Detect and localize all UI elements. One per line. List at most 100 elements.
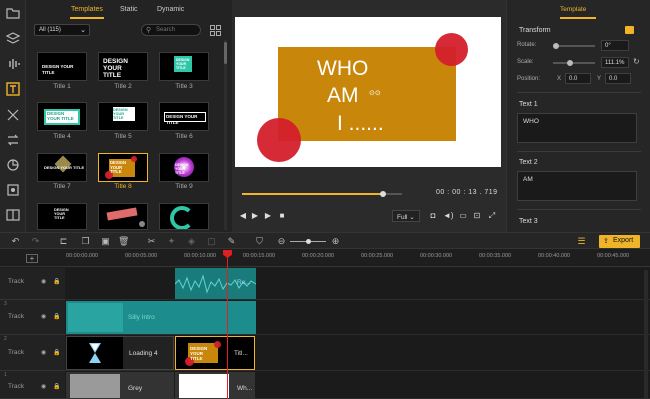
- canvas-text-line3[interactable]: I ......: [337, 112, 384, 136]
- template-thumb-5[interactable]: DESIGN YOUR TITLE: [98, 102, 148, 131]
- tab-dynamic[interactable]: Dynamic: [157, 6, 184, 13]
- playhead-line[interactable]: [227, 250, 228, 399]
- canvas-text-line2[interactable]: AM: [327, 84, 359, 108]
- layers-icon[interactable]: [5, 31, 21, 47]
- grid-view-icon[interactable]: [210, 25, 221, 36]
- template-thumb-10[interactable]: DESIGN YOUR TITLE: [37, 203, 87, 230]
- red-circle-bottom: [257, 118, 301, 162]
- track-lane-audio[interactable]: Ro...: [65, 268, 650, 300]
- copy-icon[interactable]: ❐: [80, 236, 91, 247]
- tab-template-properties[interactable]: Template: [560, 6, 586, 13]
- paste-icon[interactable]: ▣: [100, 236, 111, 247]
- lock-icon[interactable]: 🔒: [53, 313, 60, 320]
- clip-grey[interactable]: Grey: [66, 372, 174, 399]
- audio-clip[interactable]: Ro...: [175, 268, 256, 299]
- transition-icon[interactable]: [5, 107, 21, 123]
- lock-icon[interactable]: 🔒: [53, 383, 60, 390]
- track-lane-3[interactable]: Silly Intro: [65, 300, 650, 335]
- tab-static[interactable]: Static: [120, 6, 138, 13]
- title-clip-selected[interactable]: DESIGN YOUR TITLE Titl...: [175, 336, 255, 370]
- scale-slider[interactable]: [553, 60, 595, 66]
- track-lane-2[interactable]: Loading 4 DESIGN YOUR TITLE Titl...: [65, 335, 650, 371]
- collapse-icon[interactable]: [625, 26, 634, 34]
- position-x-input[interactable]: 0.0: [565, 73, 591, 84]
- text-title-icon[interactable]: [5, 81, 21, 97]
- reset-icon[interactable]: ↻: [633, 57, 640, 66]
- timeline-ruler[interactable]: + 00:00:00.000 00:00:05.000 00:00:10.000 00…: [0, 249, 650, 267]
- timeline-zoom-slider[interactable]: [290, 239, 326, 244]
- template-thumb-11[interactable]: [98, 203, 148, 230]
- category-filter-select[interactable]: All (115) ⌄: [34, 24, 90, 36]
- lock-icon[interactable]: 🔒: [53, 278, 60, 285]
- zoom-in-icon[interactable]: ⊕: [330, 236, 341, 247]
- aspect-ratio-icon[interactable]: ▭: [458, 211, 468, 221]
- template-thumb-3[interactable]: DESIGN YOUR TITLE: [159, 52, 209, 81]
- text2-input[interactable]: AM: [517, 171, 637, 201]
- mosaic-icon[interactable]: ▢: [206, 236, 217, 247]
- export-button[interactable]: ⇪ Export: [599, 235, 640, 248]
- template-label: Title 2: [114, 83, 132, 90]
- timeline-scrollbar[interactable]: [644, 270, 648, 398]
- fullscreen-icon[interactable]: ⤢: [487, 211, 497, 221]
- snapshot-icon[interactable]: ◘: [428, 211, 438, 221]
- zoom-out-icon[interactable]: ⊖: [276, 236, 287, 247]
- sticker-icon[interactable]: [5, 182, 21, 198]
- keyframe-icon[interactable]: ◈: [186, 236, 197, 247]
- settings-sliders-icon[interactable]: ☰: [576, 236, 587, 247]
- track-header-3: 3 Track ◉ 🔒: [0, 300, 65, 335]
- template-thumb-12[interactable]: [159, 203, 209, 230]
- template-thumb-7[interactable]: DESIGN YOUR TITLE: [37, 153, 87, 182]
- next-frame-icon[interactable]: ▶: [263, 211, 273, 221]
- arrows-icon[interactable]: [5, 132, 21, 148]
- marker-icon[interactable]: ⛉: [254, 236, 265, 247]
- template-thumb-8[interactable]: DESIGN YOUR TITLE: [98, 153, 148, 182]
- template-thumb-2[interactable]: DESIGN YOUR TITLE: [98, 52, 148, 81]
- track-lane-1[interactable]: Grey Wh...: [65, 371, 650, 399]
- download-icon[interactable]: [139, 221, 145, 227]
- redo-icon[interactable]: ↷: [30, 236, 41, 247]
- clip-white[interactable]: Wh...: [175, 372, 255, 399]
- eye-icon[interactable]: ◉: [41, 278, 46, 285]
- crop-tool-icon[interactable]: ⊏: [58, 236, 69, 247]
- progress-knob[interactable]: [379, 191, 386, 197]
- magic-icon[interactable]: ✦: [166, 236, 177, 247]
- tab-templates[interactable]: Templates: [71, 6, 103, 13]
- template-thumb-6[interactable]: DESIGN YOUR TITLE: [159, 102, 209, 131]
- template-thumb-1[interactable]: DESIGN YOUR TITLE: [37, 52, 87, 81]
- volume-icon[interactable]: ◄): [443, 211, 454, 221]
- eye-icon[interactable]: ◉: [41, 349, 46, 356]
- stop-icon[interactable]: ■: [277, 211, 287, 221]
- previous-frame-icon[interactable]: ◀: [238, 211, 248, 221]
- text1-input[interactable]: WHO: [517, 113, 637, 143]
- rotate-input[interactable]: 0°: [601, 40, 629, 51]
- filter-value: All (115): [39, 27, 61, 33]
- playback-progress-bar[interactable]: [242, 191, 402, 197]
- media-folder-icon[interactable]: [5, 5, 21, 21]
- position-y-input[interactable]: 0.0: [605, 73, 631, 84]
- crop-icon[interactable]: ⊡: [472, 211, 482, 221]
- effects-icon[interactable]: [5, 157, 21, 173]
- eye-icon[interactable]: ◉: [41, 313, 46, 320]
- add-track-button[interactable]: +: [26, 254, 38, 263]
- split-screen-icon[interactable]: [5, 207, 21, 223]
- preview-canvas[interactable]: WHO AM ⊙⊙ I ......: [235, 17, 501, 167]
- template-thumb-4[interactable]: DESIGN YOUR TITLE: [37, 102, 87, 131]
- resize-handle-icon[interactable]: ⊙⊙: [369, 89, 381, 97]
- quality-select[interactable]: Full ⌄: [392, 210, 420, 222]
- audio-wave-icon[interactable]: [5, 56, 21, 72]
- search-input[interactable]: ⚲ Search: [141, 24, 201, 36]
- eye-icon[interactable]: ◉: [41, 383, 46, 390]
- cut-icon[interactable]: ✂: [146, 236, 157, 247]
- edit-icon[interactable]: ✎: [226, 236, 237, 247]
- lock-icon[interactable]: 🔒: [53, 349, 60, 356]
- scale-input[interactable]: 111.1%: [601, 57, 629, 68]
- rotate-slider[interactable]: [553, 43, 595, 49]
- library-scrollbar[interactable]: [224, 40, 227, 230]
- undo-icon[interactable]: ↶: [10, 236, 21, 247]
- delete-icon[interactable]: 🗑: [118, 236, 129, 247]
- play-icon[interactable]: ▶: [250, 211, 260, 221]
- canvas-text-line1[interactable]: WHO: [317, 57, 368, 81]
- text3-label: Text 3: [519, 218, 538, 225]
- clip-loading-4[interactable]: Loading 4: [66, 336, 174, 370]
- template-thumb-9[interactable]: DESIGN YOUR TITLE: [159, 153, 209, 182]
